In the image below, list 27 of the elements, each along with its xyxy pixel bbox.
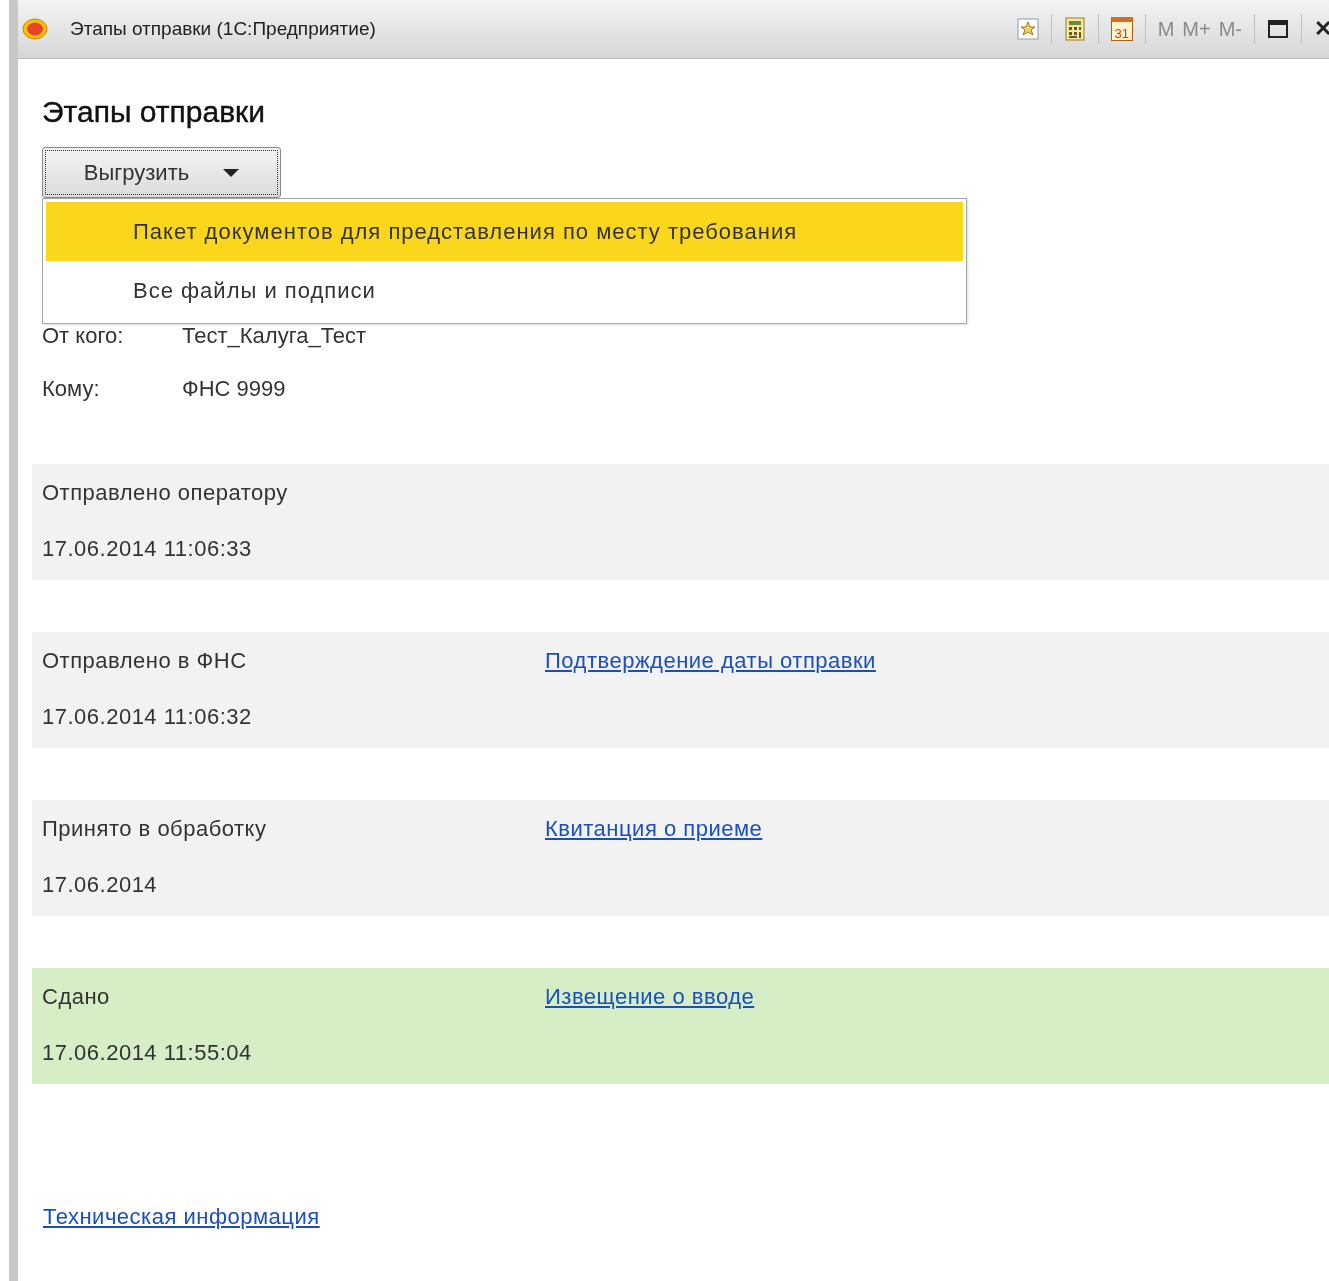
stage-name: Отправлено оператору: [42, 480, 289, 506]
close-button[interactable]: ✕: [1314, 16, 1329, 42]
menu-item[interactable]: Пакет документов для представления по месту требования: [46, 202, 963, 261]
logo-icon: [22, 18, 48, 40]
stage-name: Отправлено в ФНС: [42, 648, 248, 674]
stage-name: Принято в обработку: [42, 816, 268, 842]
stage-date: 17.06.2014 11:06:33: [42, 536, 253, 562]
document-link[interactable]: Квитанция о приеме: [545, 816, 763, 842]
calculator-icon[interactable]: [1063, 17, 1086, 41]
window-title: Этапы отправки (1С:Предприятие): [70, 18, 376, 40]
field-value: Тест_Калуга_Тест: [182, 323, 367, 349]
field-label: Кому:: [42, 376, 101, 402]
form-heading: Этапы отправки: [42, 95, 266, 129]
field-value: ФНС 9999: [182, 376, 286, 402]
menu-item[interactable]: Все файлы и подписи: [46, 261, 963, 320]
stage-date: 17.06.2014 11:55:04: [42, 1040, 253, 1066]
stage-date: 17.06.2014 11:06:32: [42, 704, 253, 730]
document-link[interactable]: Подтверждение даты отправки: [545, 648, 876, 674]
calendar-icon[interactable]: 31: [1110, 17, 1133, 41]
stage-date: 17.06.2014: [42, 872, 159, 898]
document-link[interactable]: Извещение о вводе: [545, 984, 755, 1010]
stage-name: Сдано: [42, 984, 111, 1010]
field-label: От кого:: [42, 323, 125, 349]
caret-icon: [223, 168, 240, 177]
maximize-icon[interactable]: [1267, 18, 1289, 40]
technical-info-link[interactable]: Техническая информация: [43, 1204, 320, 1230]
export-button[interactable]: Выгрузить: [42, 147, 281, 198]
